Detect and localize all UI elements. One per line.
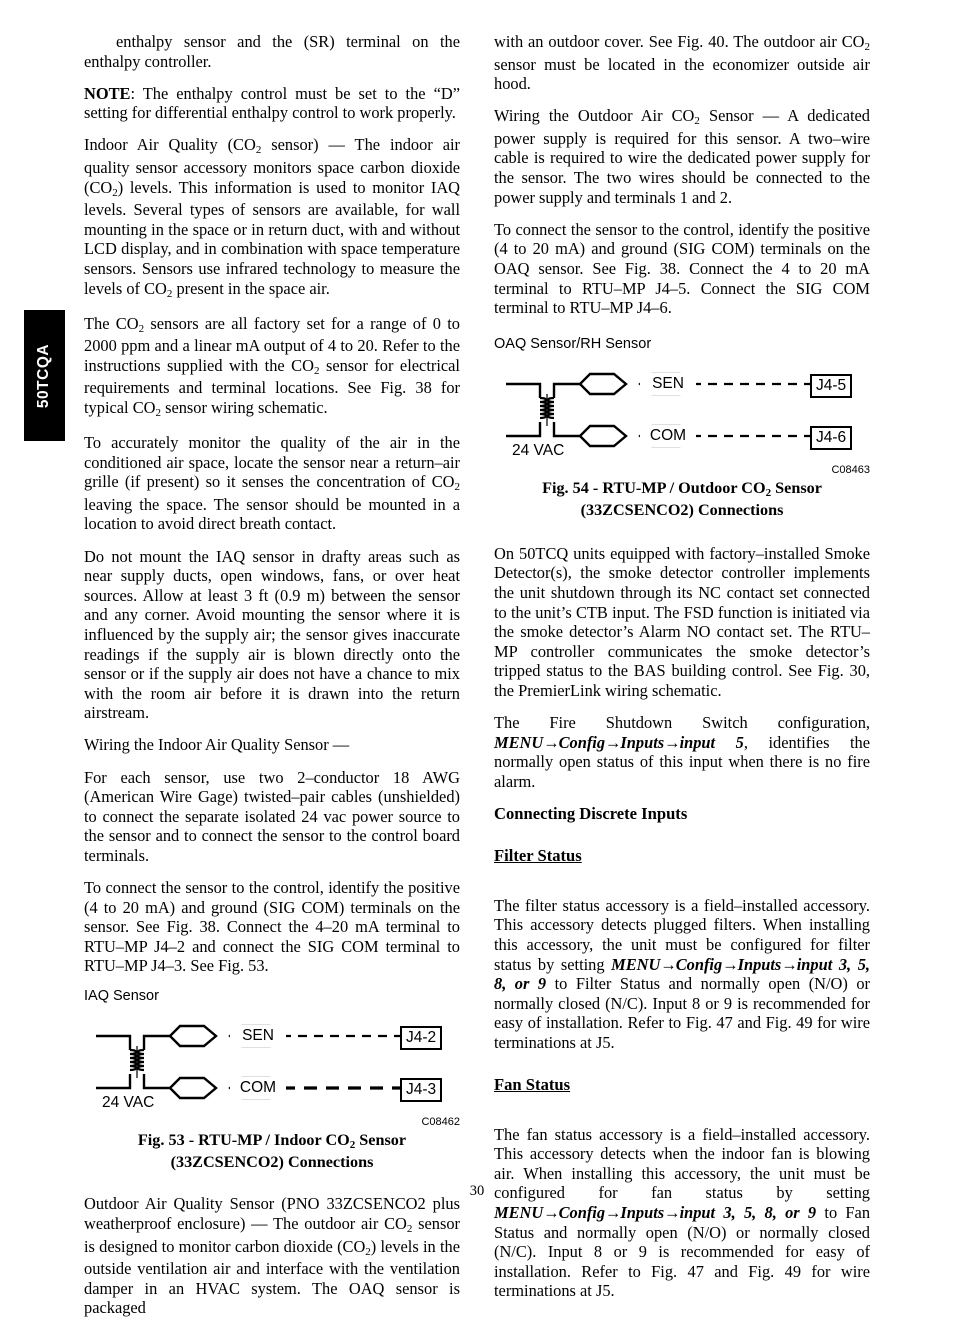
figure-53-sen-terminal: J4-2 xyxy=(400,1026,443,1051)
paragraph-enthalpy-continued: enthalpy sensor and the (SR) terminal on… xyxy=(84,32,460,71)
arrow-icon: → xyxy=(664,1202,680,1222)
subscript: 2 xyxy=(694,115,700,128)
arrow-icon: → xyxy=(660,954,676,974)
figure-54-sen-terminal: J4-5 xyxy=(810,373,853,398)
figure-53-sen-label: SEN xyxy=(230,1025,286,1048)
document-page: 50TCQA enthalpy sensor and the (SR) term… xyxy=(0,0,954,1317)
subscript: 2 xyxy=(313,364,320,377)
figure-53-label: IAQ Sensor xyxy=(84,988,159,1005)
subscript: 2 xyxy=(765,486,772,499)
subscript: 2 xyxy=(255,144,262,157)
subscript: 2 xyxy=(365,1245,371,1258)
subscript: 2 xyxy=(406,1223,413,1236)
figure-53-code-id: C08462 xyxy=(421,1116,460,1129)
figure-53-power-label: 24 VAC xyxy=(102,1094,155,1112)
menu-path-fsd: MENU→Config→Inputs→input 5 xyxy=(494,732,744,752)
paragraph-wiring-outdoor: Wiring the Outdoor Air CO2 Sensor — A de… xyxy=(494,106,870,207)
subscript: 2 xyxy=(454,481,461,494)
figure-53-diagram: SEN COM J4-2 J4-3 24 VAC xyxy=(84,1010,460,1114)
arrow-icon: → xyxy=(605,732,621,752)
menu-path-fan-status: MENU→Config→Inputs→input 3, 5, 8, or 9 xyxy=(494,1202,817,1222)
arrow-icon: → xyxy=(781,954,797,974)
subscript: 2 xyxy=(864,41,871,53)
paragraph-note: NOTE: The enthalpy control must be set t… xyxy=(84,84,460,123)
note-label: NOTE xyxy=(84,83,131,103)
subscript: 2 xyxy=(112,186,118,199)
subscript: 2 xyxy=(166,287,173,300)
figure-54-sen-label: SEN xyxy=(640,372,696,395)
paragraph-outdoor-cover: with an outdoor cover. See Fig. 40. The … xyxy=(494,32,870,94)
figure-54: OAQ Sensor/RH Sensor SEN COM J4-5 J4-6 2… xyxy=(494,336,870,520)
note-text: : The enthalpy control must be set to th… xyxy=(84,83,460,123)
subsection-filter-status: Filter Status xyxy=(494,838,870,882)
figure-54-com-label: COM xyxy=(640,424,696,447)
paragraph-oaq-terminals: To connect the sensor to the control, id… xyxy=(494,219,870,318)
paragraph-sensor-location: To accurately monitor the quality of the… xyxy=(84,433,460,534)
subscript: 2 xyxy=(349,1139,356,1152)
arrow-icon: → xyxy=(722,954,738,974)
model-side-tab: 50TCQA xyxy=(24,310,65,441)
paragraph-fire-shutdown: The Fire Shutdown Switch configuration, … xyxy=(494,712,871,791)
paragraph-iaq-intro: Indoor Air Quality (CO2 sensor) — The in… xyxy=(84,135,460,300)
paragraph-cable-spec: For each sensor, use two 2–conductor 18 … xyxy=(84,767,460,865)
figure-53-caption: Fig. 53 - RTU-MP / Indoor CO2 Sensor (33… xyxy=(137,1131,407,1172)
figure-53-com-terminal: J4-3 xyxy=(400,1078,443,1103)
paragraph-drafty-areas: Do not mount the IAQ sensor in drafty ar… xyxy=(84,546,460,723)
arrow-icon: → xyxy=(664,732,680,752)
right-column: with an outdoor cover. See Fig. 40. The … xyxy=(494,32,870,1313)
figure-54-diagram: SEN COM J4-5 J4-6 24 VAC xyxy=(494,358,870,462)
paragraph-fan-status: The fan status accessory is a field–inst… xyxy=(494,1124,871,1301)
figure-54-power-label: 24 VAC xyxy=(512,441,565,459)
figure-53: IAQ Sensor SEN COM J4-2 J4-3 24 VAC C084… xyxy=(84,988,460,1172)
paragraph-text: enthalpy sensor and the (SR) terminal on… xyxy=(84,32,460,71)
subsection-heading-fan-status: Fan Status xyxy=(494,1074,571,1094)
left-column: enthalpy sensor and the (SR) terminal on… xyxy=(84,32,460,1331)
paragraph-terminal-connect: To connect the sensor to the control, id… xyxy=(84,877,460,976)
subscript: 2 xyxy=(155,407,161,419)
subsection-fan-status: Fan Status xyxy=(494,1067,870,1111)
paragraph-oaq-sensor: Outdoor Air Quality Sensor (PNO 33ZCSENC… xyxy=(84,1194,460,1318)
figure-54-label: OAQ Sensor/RH Sensor xyxy=(494,335,652,352)
figure-53-com-label: COM xyxy=(230,1077,286,1100)
arrow-icon: → xyxy=(605,1202,621,1222)
subsection-heading-filter-status: Filter Status xyxy=(494,845,582,865)
paragraph-smoke-detector: On 50TCQ units equipped with factory–ins… xyxy=(494,543,870,700)
paragraph-co2-range: The CO2 sensors are all factory set for … xyxy=(84,313,460,419)
subscript: 2 xyxy=(138,322,145,335)
arrow-icon: → xyxy=(543,1202,559,1222)
arrow-icon: → xyxy=(543,732,559,752)
paragraph-wiring-heading: Wiring the Indoor Air Quality Sensor — xyxy=(84,735,350,755)
page-number: 30 xyxy=(469,1183,485,1199)
figure-54-caption: Fig. 54 - RTU-MP / Outdoor CO2 Sensor (3… xyxy=(542,478,822,519)
section-heading-connecting-discrete-inputs: Connecting Discrete Inputs xyxy=(494,803,688,823)
figure-54-com-terminal: J4-6 xyxy=(810,425,853,450)
paragraph-filter-status: The filter status accessory is a field–i… xyxy=(494,895,870,1052)
model-side-tab-label: 50TCQA xyxy=(35,343,53,408)
figure-54-code-id: C08463 xyxy=(831,463,870,476)
